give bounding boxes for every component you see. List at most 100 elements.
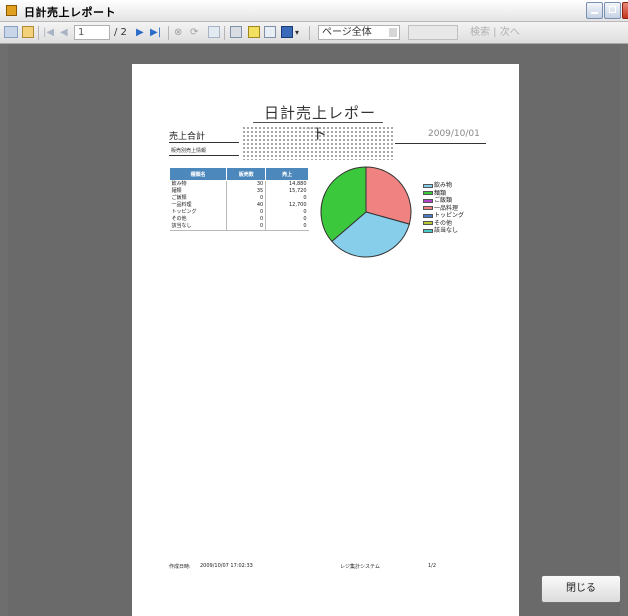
table-row: 一品料理 40 12,700 bbox=[170, 202, 309, 209]
legend-item: 麺類 bbox=[423, 190, 464, 198]
legend-swatch bbox=[423, 228, 433, 233]
chevron-down-icon bbox=[389, 28, 397, 37]
table-cell: 飲み物 bbox=[171, 181, 187, 187]
page-total: / 2 bbox=[114, 27, 127, 38]
table-cell: 0 bbox=[226, 223, 266, 231]
table-cell: 該当なし bbox=[169, 223, 227, 231]
sales-sub-underline bbox=[169, 155, 239, 156]
app-icon bbox=[6, 5, 17, 16]
legend-item: トッピング bbox=[423, 212, 464, 220]
table-cell: 0 bbox=[226, 209, 266, 216]
toolbar-separator bbox=[224, 26, 225, 40]
pie-legend: 飲み物 麺類 ご飯類 一品料理 トッピング その他 該当なし bbox=[423, 182, 464, 235]
first-page-icon[interactable]: |◀ bbox=[43, 26, 54, 40]
table-cell: その他 bbox=[171, 216, 187, 222]
window-title: 日計売上レポート bbox=[24, 6, 116, 19]
legend-item: 該当なし bbox=[423, 227, 464, 235]
table-header-row: 種類名 販売数 売上 bbox=[168, 167, 309, 181]
refresh-icon[interactable]: ⟳ bbox=[190, 26, 198, 40]
table-row: ご飯類 0 0 bbox=[170, 195, 309, 202]
toolbar-separator bbox=[168, 26, 169, 40]
table-cell: 12,700 bbox=[265, 202, 309, 209]
zoom-select[interactable]: ページ全体 bbox=[318, 25, 400, 40]
sales-pie-chart bbox=[320, 166, 412, 258]
prev-page-icon[interactable]: ◀ bbox=[60, 26, 68, 40]
table-row: 麺類 35 15,720 bbox=[170, 188, 309, 195]
table-row: 該当なし 0 0 bbox=[169, 223, 309, 231]
close-window-button[interactable] bbox=[622, 2, 628, 19]
footer-created-label: 作成日時: bbox=[169, 564, 191, 570]
search-input[interactable] bbox=[408, 25, 458, 40]
page-number-input[interactable]: 1 bbox=[74, 25, 110, 40]
stop-icon[interactable]: ⊗ bbox=[174, 26, 182, 40]
table-cell: 0 bbox=[265, 209, 309, 216]
legend-label: トッピング bbox=[434, 212, 465, 219]
legend-swatch bbox=[423, 206, 433, 210]
footer-page-number: 1/2 bbox=[428, 563, 437, 569]
table-cell: 0 bbox=[265, 195, 309, 202]
table-cell: 35 bbox=[226, 188, 266, 195]
maximize-icon bbox=[609, 6, 616, 13]
title-bar: 日計売上レポート bbox=[0, 0, 628, 22]
minimize-button[interactable] bbox=[586, 2, 603, 19]
report-toolbar: |◀ ◀ 1 / 2 ▶ ▶| ⊗ ⟳ ▾ ページ全体 検索 | 次へ bbox=[0, 22, 628, 44]
next-page-icon[interactable]: ▶ bbox=[136, 26, 144, 40]
table-cell: 一品料理 bbox=[171, 202, 192, 208]
legend-item: 一品料理 bbox=[423, 205, 464, 213]
page-setup-icon[interactable] bbox=[264, 26, 276, 38]
column-header: 販売数 bbox=[226, 167, 267, 181]
footer-created-value: 2009/10/07 17:02:33 bbox=[200, 563, 253, 569]
dotted-field-caption: " " ' "" "" bbox=[300, 127, 318, 132]
column-header: 種類名 bbox=[168, 167, 228, 181]
dotted-field bbox=[242, 126, 394, 160]
table-cell: 30 bbox=[226, 180, 266, 188]
toolbar-separator bbox=[309, 26, 310, 40]
table-row: トッピング 0 0 bbox=[170, 209, 309, 216]
sales-total-label: 売上合計 bbox=[169, 132, 206, 142]
report-date: 2009/10/01 bbox=[428, 129, 480, 139]
table-row: その他 0 0 bbox=[170, 216, 309, 223]
table-cell: 40 bbox=[226, 202, 266, 209]
legend-label: 飲み物 bbox=[434, 182, 453, 189]
legend-item: ご飯類 bbox=[423, 197, 464, 205]
last-page-icon[interactable]: ▶| bbox=[150, 26, 161, 40]
legend-swatch bbox=[423, 191, 433, 195]
back-icon[interactable] bbox=[208, 26, 220, 38]
table-row: 飲み物 30 14,880 bbox=[170, 180, 309, 188]
table-cell: 0 bbox=[226, 195, 266, 202]
legend-label: ご飯類 bbox=[434, 197, 453, 204]
report-page: 日計売上レポート 売上合計 販売別売上情報 " " ' "" "" 2009/1… bbox=[132, 64, 519, 616]
grip-icon bbox=[4, 26, 18, 38]
print-layout-icon[interactable] bbox=[248, 26, 260, 38]
sales-underline bbox=[169, 142, 239, 143]
export-icon[interactable] bbox=[281, 26, 293, 38]
close-button[interactable]: 閉じる bbox=[541, 575, 621, 603]
date-underline bbox=[395, 143, 486, 144]
maximize-button[interactable] bbox=[604, 2, 621, 19]
table-cell: 0 bbox=[265, 223, 309, 231]
legend-item: その他 bbox=[423, 220, 464, 228]
print-icon[interactable] bbox=[230, 26, 242, 38]
table-cell: 14,880 bbox=[265, 180, 309, 188]
legend-label: 該当なし bbox=[434, 227, 459, 234]
legend-label: 麺類 bbox=[434, 189, 447, 197]
table-cell: ご飯類 bbox=[171, 195, 187, 201]
legend-swatch bbox=[423, 221, 433, 225]
minimize-icon bbox=[591, 12, 598, 14]
table-cell: 0 bbox=[226, 216, 266, 223]
search-button[interactable]: 検索 | 次へ bbox=[470, 26, 520, 40]
table-cell: トッピング bbox=[171, 209, 197, 215]
export-dropdown-icon[interactable]: ▾ bbox=[295, 26, 299, 40]
toggle-tree-icon[interactable] bbox=[22, 26, 34, 38]
legend-item: 飲み物 bbox=[423, 182, 464, 190]
table-cell: 15,720 bbox=[265, 188, 309, 195]
legend-swatch bbox=[423, 183, 433, 188]
table-cell: 0 bbox=[265, 216, 309, 223]
table-cell: 麺類 bbox=[171, 188, 182, 194]
legend-label: その他 bbox=[434, 219, 453, 227]
toolbar-separator bbox=[38, 26, 39, 40]
sales-table: 種類名 販売数 売上 飲み物 30 14,880 麺類 35 15,720 ご飯… bbox=[168, 167, 309, 231]
zoom-value: ページ全体 bbox=[322, 27, 372, 38]
footer-system-name: レジ集計システム bbox=[340, 564, 380, 570]
title-underline bbox=[253, 122, 383, 123]
